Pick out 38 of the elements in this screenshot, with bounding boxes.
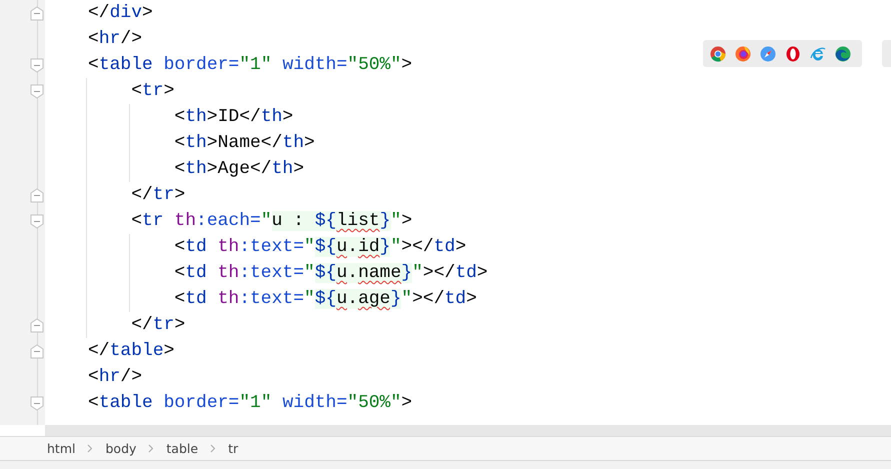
code-line: <table border="1" width="50%"> xyxy=(88,54,412,77)
breadcrumb-item[interactable]: tr xyxy=(228,441,238,456)
browser-icon[interactable] xyxy=(735,46,751,62)
browser-icon[interactable] xyxy=(710,46,726,62)
fold-marker-icon[interactable] xyxy=(30,214,44,228)
fold-marker-icon[interactable] xyxy=(30,58,44,72)
horizontal-scrollbar[interactable] xyxy=(45,425,891,436)
chevron-right-icon xyxy=(210,444,216,453)
browser-icon[interactable] xyxy=(835,46,851,62)
fold-marker-icon[interactable] xyxy=(30,344,44,358)
code-line: <th>ID</th> xyxy=(174,106,294,129)
browser-icon[interactable] xyxy=(810,46,826,62)
code-line: <th>Age</th> xyxy=(174,158,304,181)
fold-marker-icon[interactable] xyxy=(30,6,44,20)
code-line: <tr th:each="u : ${list}"> xyxy=(131,210,412,233)
code-line: <tr> xyxy=(131,80,174,103)
code-line: </tr> xyxy=(131,314,186,337)
fold-marker-icon[interactable] xyxy=(30,188,44,202)
browser-icon[interactable] xyxy=(785,46,801,62)
code-line: <td th:text="${u.age}"></td> xyxy=(174,288,477,311)
fold-marker-icon[interactable] xyxy=(30,396,44,410)
code-line: <table border="1" width="50%"> xyxy=(88,392,412,415)
fold-marker-icon[interactable] xyxy=(30,318,44,332)
code-line: </tr> xyxy=(131,184,186,207)
code-line: <hr/> xyxy=(88,366,142,389)
browser-icon[interactable] xyxy=(760,46,776,62)
breadcrumb-item[interactable]: body xyxy=(105,441,136,456)
fold-marker-icon[interactable] xyxy=(30,84,44,98)
code-line: </div> xyxy=(88,2,153,25)
chevron-right-icon xyxy=(87,444,94,453)
code-line: <hr/> xyxy=(88,28,142,51)
code-line: <td th:text="${u.name}"></td> xyxy=(174,262,488,285)
code-line: </table> xyxy=(88,340,174,363)
breadcrumb-item[interactable]: html xyxy=(47,441,76,456)
breadcrumb-item[interactable]: table xyxy=(166,441,198,456)
chevron-right-icon xyxy=(148,444,154,453)
code-line: <th>Name</th> xyxy=(174,132,315,155)
code-line: <td th:text="${u.id}"></td> xyxy=(174,236,466,259)
